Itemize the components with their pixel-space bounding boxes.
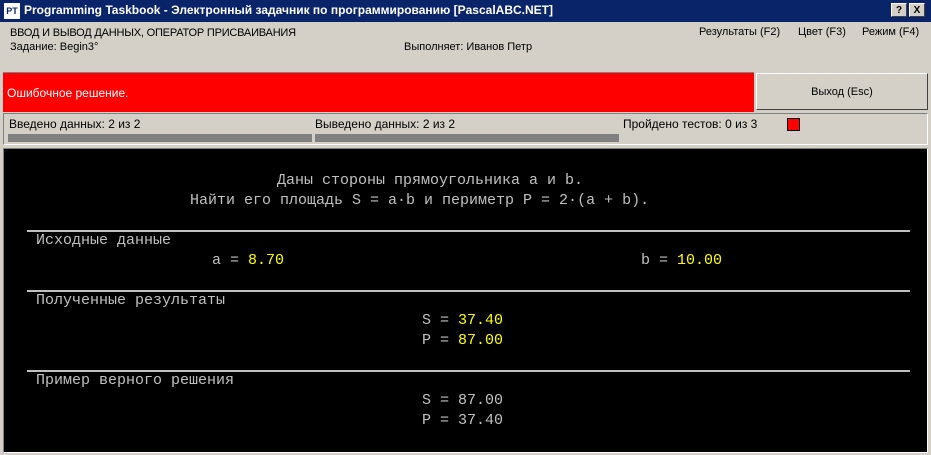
task-group-title: ВВОД И ВЫВОД ДАННЫХ, ОПЕРАТОР ПРИСВАИВАН… xyxy=(10,27,296,39)
output-progress-value: 2 из 2 xyxy=(422,117,456,131)
output-progress-label: Выведено данных: 2 из 2 xyxy=(315,117,456,131)
color-menu[interactable]: Цвет (F3) xyxy=(798,26,846,38)
task-description-line-1: Даны стороны прямоугольника a и b. xyxy=(277,172,584,189)
header-panel: ВВОД И ВЫВОД ДАННЫХ, ОПЕРАТОР ПРИСВАИВАН… xyxy=(0,22,931,67)
tests-progress-label: Пройдено тестов: 0 из 3 xyxy=(623,117,758,131)
status-message-area: Ошибочное решение. xyxy=(3,72,754,112)
mode-menu[interactable]: Режим (F4) xyxy=(862,26,919,38)
example-section-title: Пример верного решения xyxy=(36,372,235,389)
example-p: P = 37.40 xyxy=(422,412,504,429)
input-a-value: 8.70 xyxy=(248,252,285,269)
title-bar: PT Programming Taskbook - Электронный за… xyxy=(0,0,931,22)
input-progress-bar xyxy=(8,134,312,142)
input-a: a = 8.70 xyxy=(212,252,285,269)
result-s-value: 37.40 xyxy=(458,312,504,329)
input-section-title: Исходные данные xyxy=(36,232,172,249)
input-progress-value: 2 из 2 xyxy=(108,117,141,131)
close-button[interactable]: X xyxy=(909,3,925,17)
result-p: P = 87.00 xyxy=(422,332,504,349)
performer-name: Выполняет: Иванов Петр xyxy=(404,41,533,53)
input-b: b = 10.00 xyxy=(641,252,723,269)
progress-panel: Введено данных: 2 из 2 Выведено данных: … xyxy=(3,113,928,145)
task-name: Задание: Begin3° xyxy=(10,41,99,53)
input-b-value: 10.00 xyxy=(677,252,723,269)
example-s: S = 87.00 xyxy=(422,392,504,409)
result-s: S = 37.40 xyxy=(422,312,504,329)
app-icon: PT xyxy=(4,3,20,19)
task-console: Даны стороны прямоугольника a и b. Найти… xyxy=(3,148,928,453)
status-message: Ошибочное решение. xyxy=(7,86,129,100)
tests-progress-value: 0 из 3 xyxy=(725,117,758,131)
help-button[interactable]: ? xyxy=(891,3,907,17)
results-menu[interactable]: Результаты (F2) xyxy=(699,26,780,38)
output-progress-bar xyxy=(315,134,619,142)
results-section-title: Полученные результаты xyxy=(36,292,226,309)
task-description-line-2: Найти его площадь S = a·b и периметр P =… xyxy=(190,192,650,209)
window-title: Programming Taskbook - Электронный задач… xyxy=(24,3,553,17)
result-p-value: 87.00 xyxy=(458,332,504,349)
test-status-indicator xyxy=(787,118,800,131)
input-progress-label: Введено данных: 2 из 2 xyxy=(9,117,141,131)
exit-button[interactable]: Выход (Esc) xyxy=(756,73,928,110)
